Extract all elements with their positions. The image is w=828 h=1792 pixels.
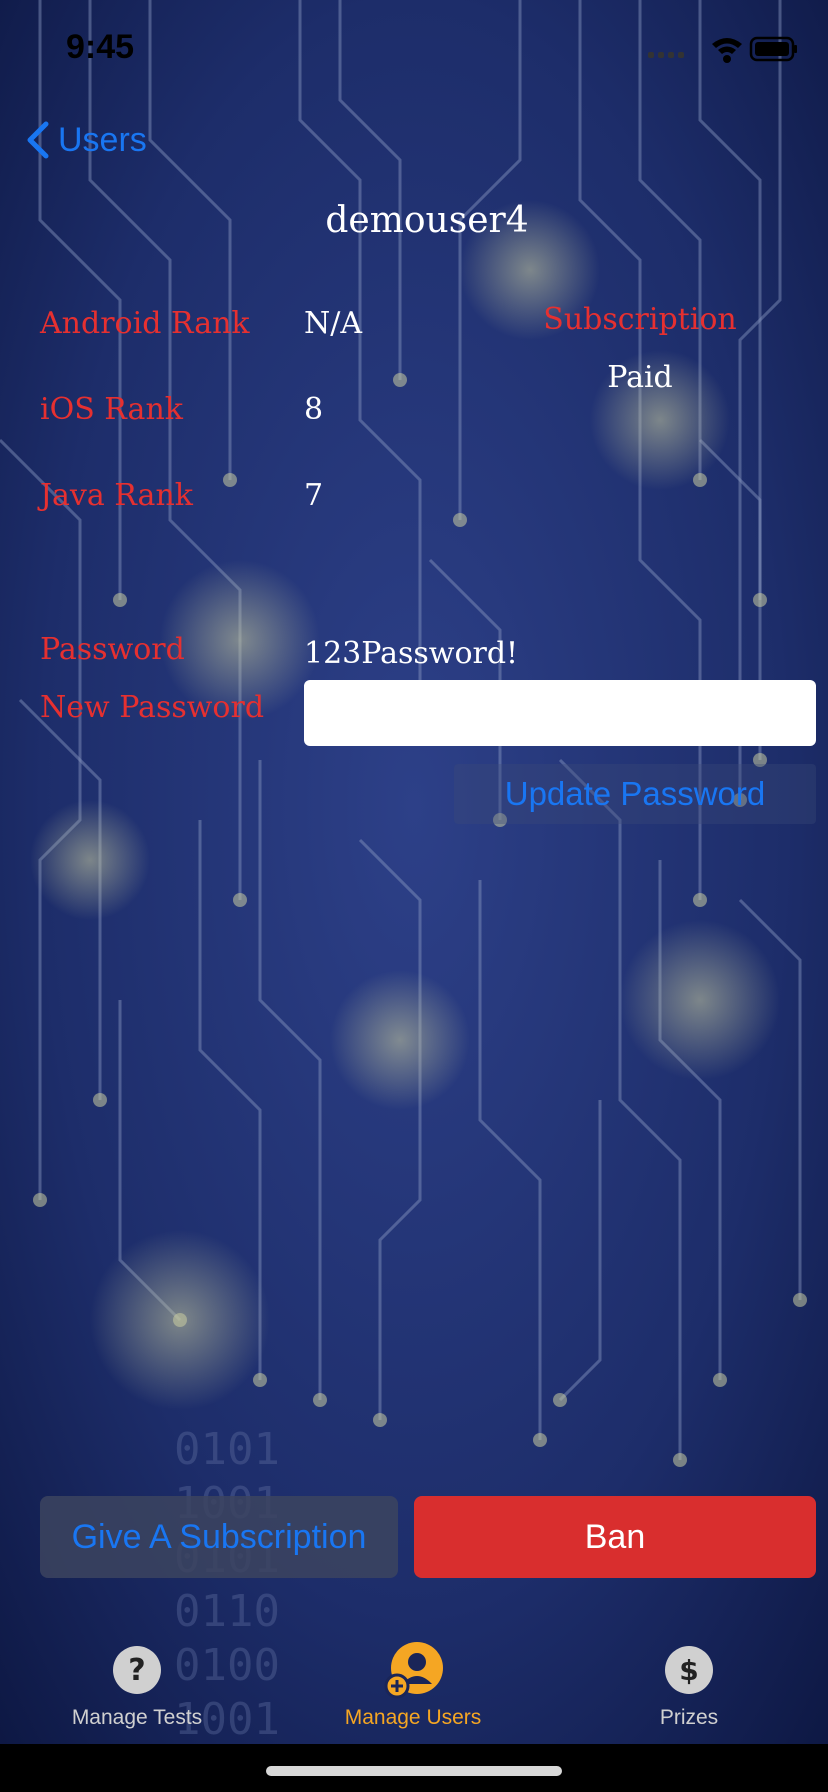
tab-manage-tests[interactable]: ? Manage Tests [27,1620,247,1744]
android-rank-label: Android Rank [40,306,250,341]
tab-bar: ? Manage Tests Manage Users $ Prizes [0,1620,828,1744]
ban-button[interactable]: Ban [414,1496,816,1578]
password-label: Password [40,632,185,667]
add-user-icon [384,1642,443,1699]
tab-label: Manage Users [344,1706,482,1729]
java-rank-label: Java Rank [40,478,193,513]
binary-line: 0101 [174,1424,280,1475]
page-title: demouser4 [325,200,529,241]
battery-icon [749,36,797,62]
question-circle-icon: ? [113,1646,161,1694]
wifi-icon [712,38,742,63]
give-subscription-button[interactable]: Give A Subscription [40,1496,398,1578]
tab-label: Prizes [659,1706,719,1729]
update-password-button[interactable]: Update Password [454,764,816,824]
tab-manage-users[interactable]: Manage Users [303,1620,523,1744]
svg-text:?: ? [128,1653,145,1688]
home-indicator[interactable] [266,1766,562,1776]
status-icons [648,36,797,63]
signal-icon [648,52,684,58]
tab-label: Manage Tests [71,1706,203,1729]
android-rank-value: N/A [304,306,363,341]
back-label: Users [58,120,147,159]
subscription-value: Paid [607,360,673,395]
ios-rank-value: 8 [304,392,324,427]
chevron-left-icon [27,121,49,159]
svg-text:$: $ [679,1654,698,1687]
ios-rank-label: iOS Rank [40,392,183,427]
back-button[interactable]: Users [24,118,147,162]
dollar-circle-icon: $ [665,1646,713,1694]
tab-prizes[interactable]: $ Prizes [579,1620,799,1744]
subscription-label: Subscription [543,302,737,337]
new-password-label: New Password [40,690,265,725]
status-time: 9:45 [66,28,135,66]
password-value: 123Password! [304,636,519,671]
java-rank-value: 7 [304,478,324,513]
new-password-field[interactable] [304,680,816,746]
